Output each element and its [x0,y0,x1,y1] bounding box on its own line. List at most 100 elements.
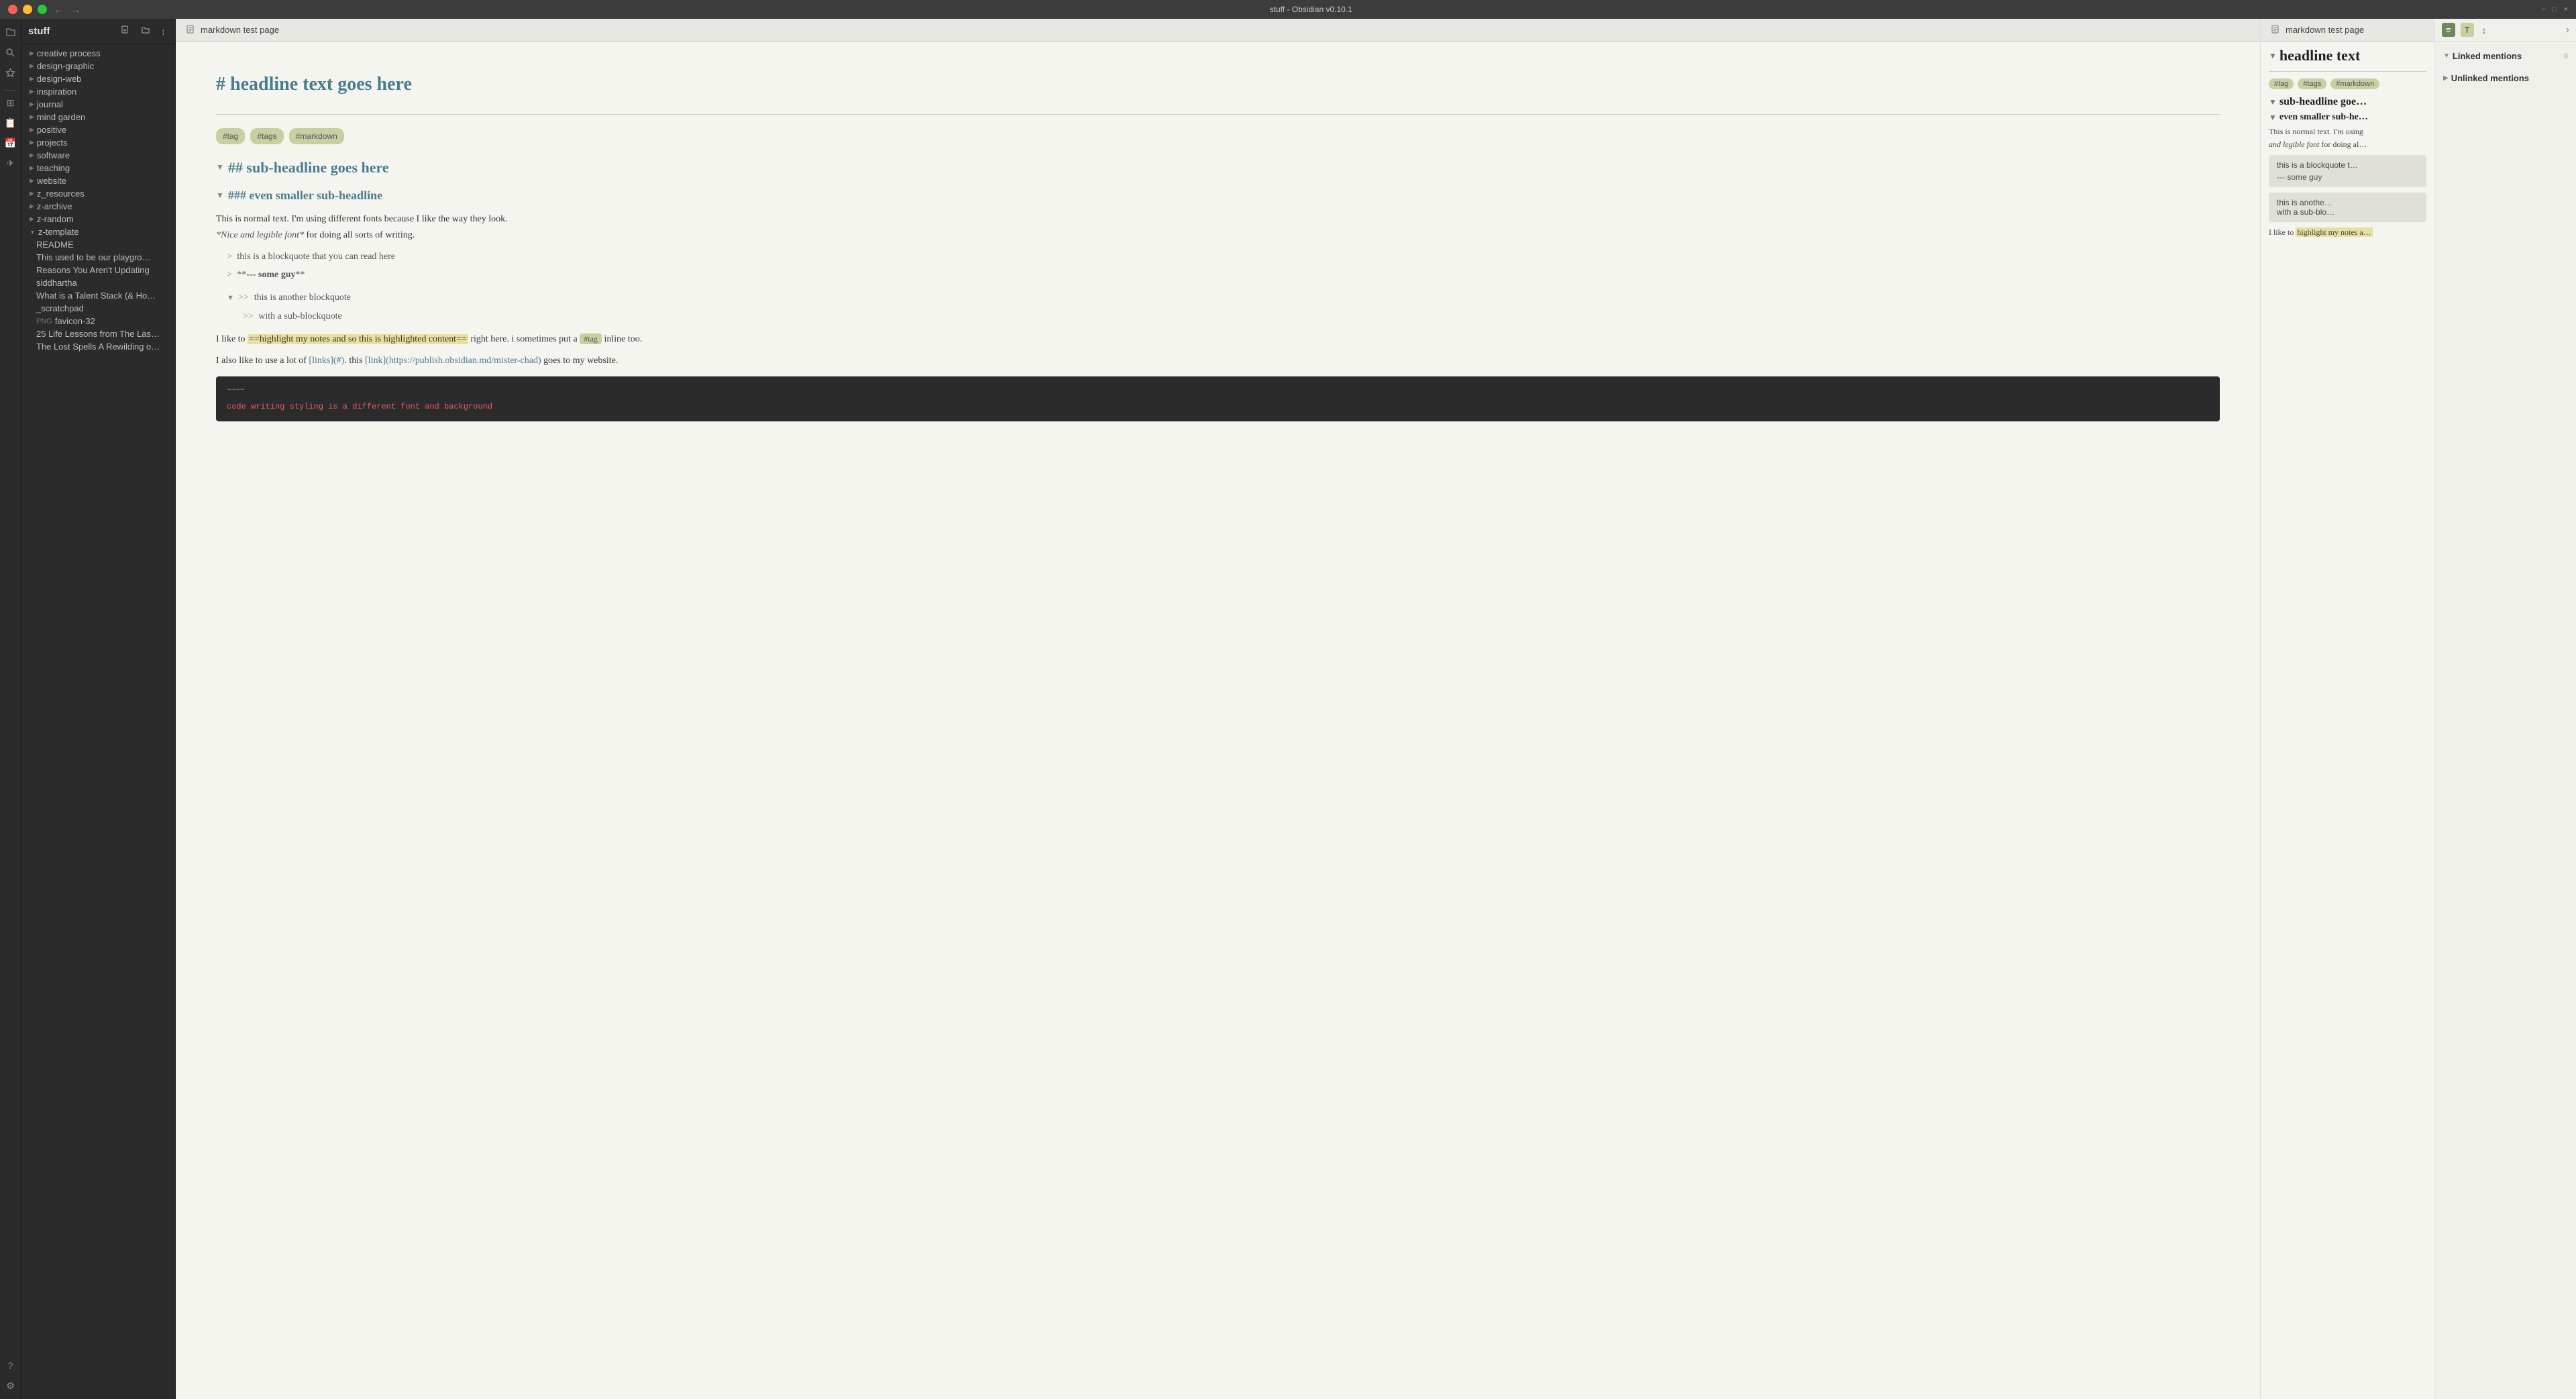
blockquote-2: > **--- some guy** [227,267,2220,283]
italic-text: *Nice and legible font* [216,230,304,240]
sidebar-item-playground[interactable]: This used to be our playgro… [21,251,175,264]
reading-view-button[interactable]: T [2461,23,2474,37]
h2-collapse-arrow[interactable]: ▼ [216,160,224,174]
sidebar-item-z-template[interactable]: ▼ z-template [21,225,175,238]
sidebar-item-positive[interactable]: ▶ positive [21,123,175,136]
preview-tab-icon [2271,25,2280,36]
right-nav-arrow[interactable]: › [2566,24,2569,36]
editor-tab[interactable]: markdown test page [176,19,2260,42]
editor-tab-icon [186,25,195,36]
sidebar-item-design-graphic[interactable]: ▶ design-graphic [21,60,175,72]
rail-files-icon[interactable] [3,24,19,40]
inline-tag[interactable]: #tag [580,333,602,344]
sidebar-item-favicon[interactable]: PNG favicon-32 [21,315,175,327]
blockquote-3: ▼ >> this is another blockquote [227,290,2220,306]
sidebar-item-talent-stack[interactable]: What is a Talent Stack (& Ho… [21,289,175,302]
minimize-window-button[interactable] [23,5,32,14]
content-area: markdown test page # headline text goes … [176,19,2576,1399]
outline-view-button[interactable]: ≡ [2442,23,2455,37]
preview-italic: and legible font [2269,140,2319,149]
tag-3[interactable]: #markdown [289,128,344,144]
blockquote-text-4: with a sub-blockquote [258,311,341,321]
forward-button[interactable]: → [71,4,80,15]
linked-mentions-section: ▼ Linked mentions 0 [2442,48,2569,64]
preview-h2-collapse[interactable]: ▼ [2269,97,2277,107]
preview-heading-3: ▼ even smaller sub-he… [2269,112,2426,123]
divider-1 [216,114,2220,115]
rail-book-icon[interactable]: 📋 [3,115,19,131]
editor-content[interactable]: # headline text goes here #tag #tags #ma… [176,42,2260,1399]
sidebar-item-website[interactable]: ▶ website [21,174,175,187]
rail-calendar-icon[interactable]: 📅 [3,135,19,151]
window-controls[interactable] [8,5,47,14]
preview-content: ▼ headline text #tag #tags #markdown ▼ s… [2261,42,2434,1399]
sidebar-item-design-web[interactable]: ▶ design-web [21,72,175,85]
sidebar-item-z-random[interactable]: ▶ z-random [21,213,175,225]
tag-1[interactable]: #tag [216,128,245,144]
unlinked-collapse-arrow[interactable]: ▶ [2443,74,2449,82]
preview-tag-1[interactable]: #tag [2269,79,2294,89]
sidebar-item-z-resources[interactable]: ▶ z_resources [21,187,175,200]
right-panel-content: ▼ Linked mentions 0 ▶ Unlinked mentions [2435,42,2576,1399]
back-button[interactable]: ← [54,4,63,15]
blockquote-collapse-arrow[interactable]: ▼ [227,292,234,305]
preview-blockquote-2: this is anothe… with a sub-blo… [2269,193,2426,222]
sidebar-item-scratchpad[interactable]: _scratchpad [21,302,175,315]
window-action-buttons[interactable]: − □ × [2541,5,2568,13]
preview-title: headline text [2279,47,2360,64]
rail-help-icon[interactable]: ? [3,1357,19,1374]
maximize-btn[interactable]: □ [2553,5,2557,13]
preview-blockquote-1: this is a blockquote t… --- some guy [2269,155,2426,187]
preview-tag-3[interactable]: #markdown [2330,79,2379,89]
preview-tags: #tag #tags #markdown [2261,76,2434,92]
sidebar-item-teaching[interactable]: ▶ teaching [21,162,175,174]
sidebar-item-z-archive[interactable]: ▶ z-archive [21,200,175,213]
rail-search-icon[interactable] [3,44,19,60]
sort-button[interactable]: ↕ [158,25,168,38]
sidebar-item-creative-process[interactable]: ▶ creative process [21,47,175,60]
paragraph-3: I also like to use a lot of [links](#). … [216,353,2220,369]
right-panel: ≡ T ↕ › ▼ Linked mentions 0 ▶ Unlinked m… [2435,19,2576,1399]
sidebar-item-inspiration[interactable]: ▶ inspiration [21,85,175,98]
close-window-button[interactable] [8,5,17,14]
preview-h1-collapse[interactable]: ▼ [2269,51,2277,60]
maximize-window-button[interactable] [38,5,47,14]
sidebar-item-projects[interactable]: ▶ projects [21,136,175,149]
sidebar-item-siddhartha[interactable]: siddhartha [21,276,175,289]
new-folder-button[interactable] [138,24,153,38]
right-panel-toolbar: ≡ T ↕ › [2435,19,2576,42]
unlinked-mentions-header[interactable]: ▶ Unlinked mentions [2442,70,2569,86]
sidebar-header: stuff ↕ [21,19,175,44]
preview-h3-collapse[interactable]: ▼ [2269,113,2277,123]
rail-grid-icon[interactable]: ⊞ [3,95,19,111]
sidebar: stuff ↕ ▶ creative process ▶ design-grap… [21,19,176,1399]
h3-collapse-arrow[interactable]: ▼ [216,189,224,202]
blockquote-4: >> with a sub-blockquote [227,309,2220,325]
linked-mentions-header[interactable]: ▼ Linked mentions 0 [2442,48,2569,64]
sidebar-item-reasons[interactable]: Reasons You Aren't Updating [21,264,175,276]
sidebar-item-software[interactable]: ▶ software [21,149,175,162]
sort-mentions-button[interactable]: ↕ [2479,23,2489,37]
new-file-button[interactable] [118,24,133,38]
blockquote-marker-4: >> [243,311,254,321]
close-btn[interactable]: × [2564,5,2568,13]
sidebar-item-life-lessons[interactable]: 25 Life Lessons from The Las… [21,327,175,340]
linked-mentions-title: Linked mentions [2453,51,2561,61]
sidebar-item-mind-garden[interactable]: ▶ mind garden [21,111,175,123]
external-link[interactable]: [link](https://publish.obsidian.md/miste… [365,356,541,366]
sidebar-item-journal[interactable]: ▶ journal [21,98,175,111]
blockquote-text-1: this is a blockquote that you can read h… [237,252,395,262]
icon-rail: ⊞ 📋 📅 ✈ ? ⚙ [0,19,21,1399]
preview-tag-2[interactable]: #tags [2298,79,2326,89]
sidebar-item-readme[interactable]: README [21,238,175,251]
tag-2[interactable]: #tags [250,128,283,144]
rail-settings-icon[interactable]: ⚙ [3,1378,19,1394]
minimize-btn[interactable]: − [2541,5,2545,13]
window-title: stuff - Obsidian v0.10.1 [80,5,2541,14]
rail-publish-icon[interactable]: ✈ [3,155,19,171]
linked-collapse-arrow[interactable]: ▼ [2443,52,2450,60]
preview-tab[interactable]: markdown test page [2261,19,2434,42]
internal-link[interactable]: [links](#) [309,356,344,366]
sidebar-item-lost-spells[interactable]: The Lost Spells A Rewilding o… [21,340,175,353]
rail-star-icon[interactable] [3,64,19,81]
